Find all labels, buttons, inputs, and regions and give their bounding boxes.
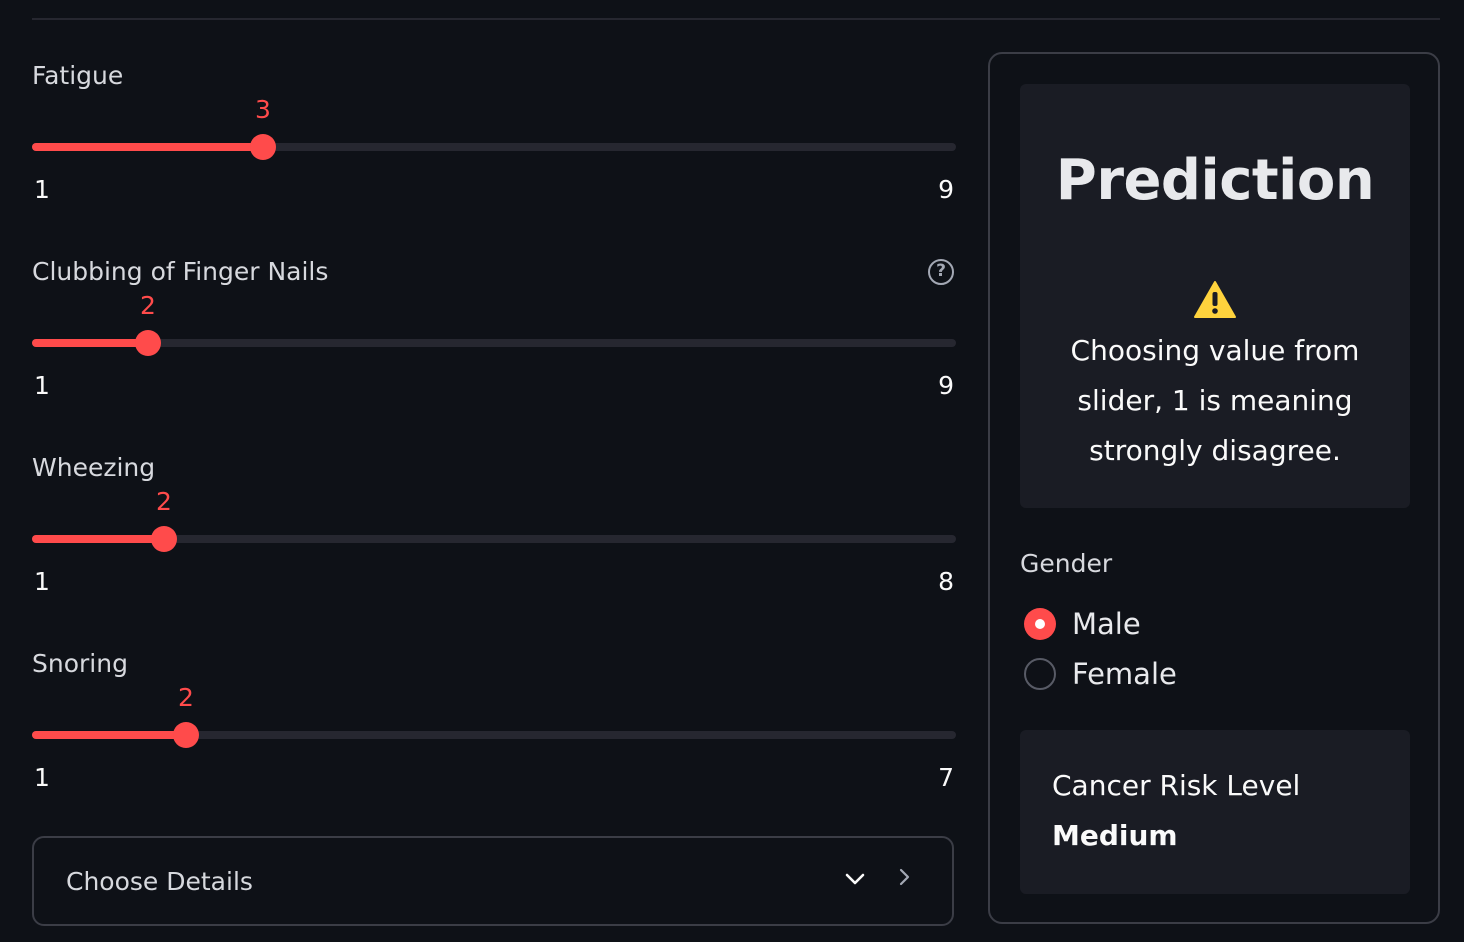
slider-label: Snoring xyxy=(32,649,128,678)
app-page: Fatigue 3 1 9 Clubbing of Finger Nails ?… xyxy=(0,0,1464,942)
clubbing-of-finger-nails-slider: Clubbing of Finger Nails ? 2 1 9 xyxy=(32,256,956,416)
warning-icon xyxy=(1194,281,1236,318)
prediction-title: Prediction xyxy=(1055,148,1375,213)
slider-track[interactable]: 3 xyxy=(32,95,956,160)
expander-label: Choose Details xyxy=(66,867,253,896)
slider-value: 2 xyxy=(156,487,172,516)
snoring-slider: Snoring 2 1 7 xyxy=(32,648,956,808)
risk-level-card: Cancer Risk Level Medium xyxy=(1020,730,1410,894)
slider-min-label: 1 xyxy=(34,567,50,596)
wheezing-slider: Wheezing 2 1 8 xyxy=(32,452,956,612)
slider-max-label: 7 xyxy=(938,763,954,792)
slider-min-label: 1 xyxy=(34,175,50,204)
top-divider xyxy=(32,18,1440,20)
slider-track[interactable]: 2 xyxy=(32,683,956,748)
choose-details-expander[interactable]: Choose Details xyxy=(32,836,954,926)
slider-min-label: 1 xyxy=(34,371,50,400)
slider-fill xyxy=(32,143,263,151)
radio-button-checked[interactable] xyxy=(1024,608,1056,640)
risk-level-value: Medium xyxy=(1052,819,1178,852)
slider-fill xyxy=(32,535,164,543)
risk-level-label: Cancer Risk Level xyxy=(1052,769,1301,802)
chevron-down-icon[interactable] xyxy=(844,868,866,890)
slider-track[interactable]: 2 xyxy=(32,291,956,356)
slider-min-label: 1 xyxy=(34,763,50,792)
radio-label: Male xyxy=(1072,607,1141,641)
slider-label: Clubbing of Finger Nails xyxy=(32,257,329,286)
slider-value: 3 xyxy=(255,95,271,124)
chevron-right-icon[interactable] xyxy=(896,866,914,888)
slider-max-label: 8 xyxy=(938,567,954,596)
radio-label: Female xyxy=(1072,657,1177,691)
slider-max-label: 9 xyxy=(938,371,954,400)
slider-thumb[interactable] xyxy=(135,330,161,356)
slider-fill xyxy=(32,731,186,739)
slider-thumb[interactable] xyxy=(151,526,177,552)
gender-option-male[interactable]: Male xyxy=(1022,604,1322,644)
help-icon[interactable]: ? xyxy=(928,259,954,285)
slider-thumb[interactable] xyxy=(173,722,199,748)
slider-label: Wheezing xyxy=(32,453,156,482)
slider-max-label: 9 xyxy=(938,175,954,204)
prediction-card: Prediction Choosing value from slider, 1… xyxy=(1020,84,1410,508)
radio-button-unchecked[interactable] xyxy=(1024,658,1056,690)
fatigue-slider: Fatigue 3 1 9 xyxy=(32,60,956,220)
gender-option-female[interactable]: Female xyxy=(1022,654,1322,694)
slider-value: 2 xyxy=(178,683,194,712)
slider-thumb[interactable] xyxy=(250,134,276,160)
gender-label: Gender xyxy=(1020,549,1113,578)
slider-label: Fatigue xyxy=(32,61,124,90)
prediction-note: Choosing value from slider, 1 is meaning… xyxy=(1070,334,1360,467)
slider-fill xyxy=(32,339,148,347)
prediction-panel: Prediction Choosing value from slider, 1… xyxy=(988,52,1440,924)
slider-value: 2 xyxy=(140,291,156,320)
slider-track[interactable]: 2 xyxy=(32,487,956,552)
